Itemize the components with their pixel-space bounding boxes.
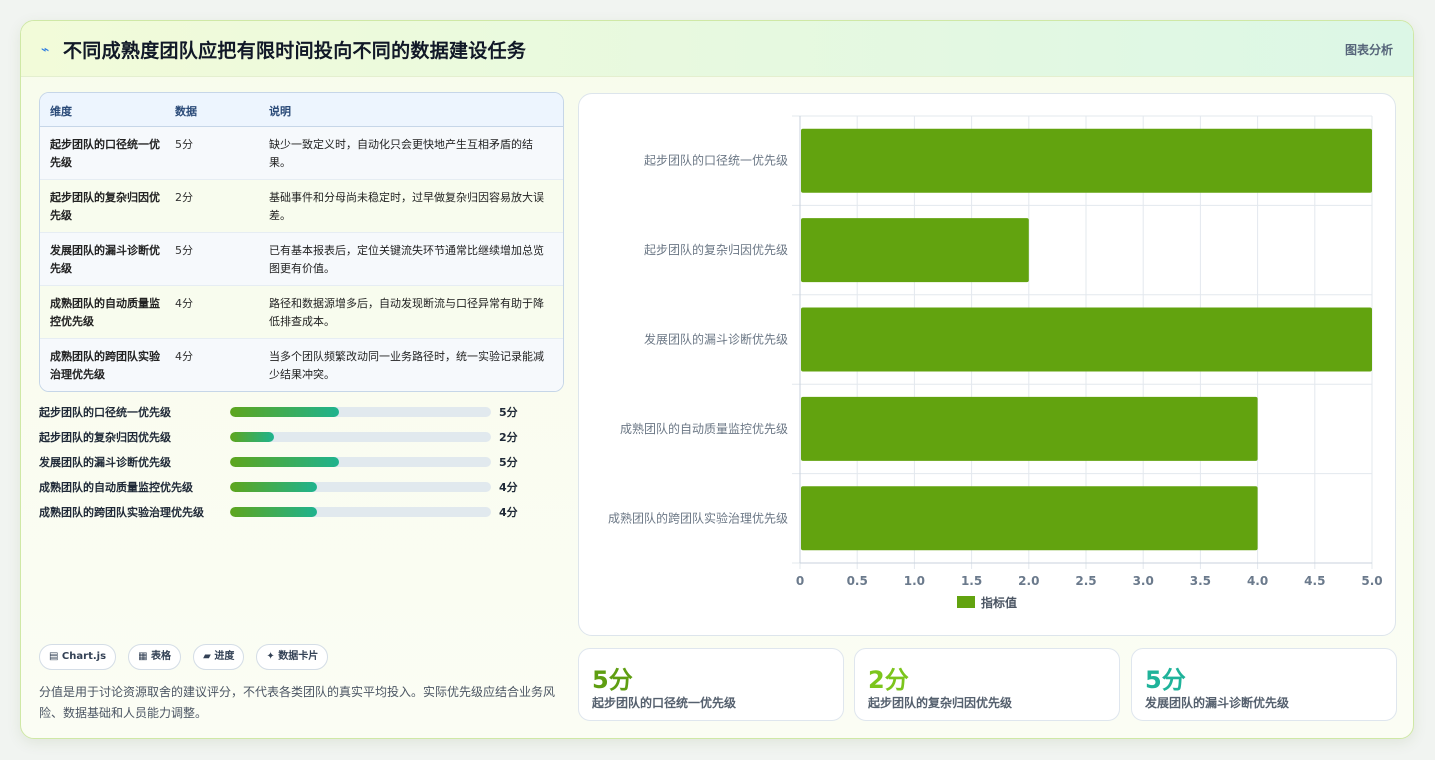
data-table: 维度 数据 说明 起步团队的口径统一优先级 5分 缺少一致定义时，自动化只会更快… — [39, 92, 564, 392]
stat-label: 起步团队的复杂归因优先级 — [868, 696, 1013, 710]
progress-list: 起步团队的口径统一优先级 5分 起步团队的复杂归因优先级 2分 发展团队的漏斗诊… — [39, 401, 564, 526]
cell-value: 5分 — [175, 138, 193, 151]
stat-label: 发展团队的漏斗诊断优先级 — [1145, 696, 1290, 710]
cell-value: 5分 — [175, 244, 193, 257]
cell-dimension: 成熟团队的自动质量监控优先级 — [50, 297, 160, 328]
bar — [801, 307, 1372, 372]
table-row: 成熟团队的自动质量监控优先级 4分 路径和数据源增多后，自动发现断流与口径异常有… — [40, 286, 563, 339]
progress-fill — [230, 407, 339, 417]
progress-value: 2分 — [499, 431, 518, 444]
bar — [801, 218, 1029, 283]
cell-value: 4分 — [175, 350, 193, 363]
column-header-description: 说明 — [269, 105, 291, 118]
cell-description: 缺少一致定义时，自动化只会更快地产生互相矛盾的结果。 — [269, 138, 533, 169]
chip-chartjs[interactable]: ▤ Chart.js — [39, 644, 117, 670]
column-header-dimension: 维度 — [50, 105, 72, 118]
progress-track — [230, 432, 491, 442]
cell-description: 基础事件和分母尚未稳定时，过早做复杂归因容易放大误差。 — [269, 191, 544, 222]
x-tick-label: 5.0 — [1361, 574, 1382, 588]
y-tick-label: 起步团队的口径统一优先级 — [644, 153, 788, 168]
progress-row: 发展团队的漏斗诊断优先级 5分 — [39, 451, 564, 476]
bar-chart: 0 0.5 1.0 1.5 2.0 2.5 3.0 3.5 4.0 4.5 5.0 起步团队的口径统一… — [608, 115, 1383, 610]
progress-track — [230, 407, 491, 417]
chip-table[interactable]: ▦ 表格 — [128, 644, 182, 670]
y-tick-label: 成熟团队的自动质量监控优先级 — [620, 421, 788, 436]
chart-analysis-tag: 图表分析 — [1344, 43, 1393, 57]
table-row: 起步团队的复杂归因优先级 2分 基础事件和分母尚未稳定时，过早做复杂归因容易放大… — [40, 180, 563, 233]
x-tick-label: 1.5 — [961, 574, 982, 588]
chip-progress[interactable]: ▰ 进度 — [193, 644, 245, 670]
legend-swatch — [957, 596, 975, 608]
chip-group: ▤ Chart.js ▦ 表格 ▰ 进度 ✦ 数据卡片 — [39, 644, 335, 670]
footnote: 分值是用于讨论资源取舍的建议评分，不代表各类团队的真实平均投入。实际优先级应结合… — [39, 685, 556, 720]
x-tick-label: 4.0 — [1247, 574, 1268, 588]
x-tick-label: 2.5 — [1075, 574, 1096, 588]
cell-dimension: 发展团队的漏斗诊断优先级 — [50, 244, 160, 275]
x-tick-label: 0 — [796, 574, 804, 588]
dashboard-card: ⌁ 不同成熟度团队应把有限时间投向不同的数据建设任务 图表分析 维度 数据 说明… — [20, 20, 1414, 739]
progress-track — [230, 457, 491, 467]
x-tick-label: 3.0 — [1133, 574, 1154, 588]
table-header: 维度 数据 说明 — [40, 93, 563, 127]
table-row: 成熟团队的跨团队实验治理优先级 4分 当多个团队频繁改动同一业务路径时，统一实验… — [40, 339, 563, 391]
chart-panel: 0 0.5 1.0 1.5 2.0 2.5 3.0 3.5 4.0 4.5 5.0 起步团队的口径统一… — [578, 93, 1396, 636]
chip-data-cards[interactable]: ✦ 数据卡片 — [256, 644, 329, 670]
x-tick-label: 2.0 — [1018, 574, 1039, 588]
x-tick-label: 4.5 — [1304, 574, 1325, 588]
stat-card: 5分 发展团队的漏斗诊断优先级 — [1131, 648, 1397, 721]
progress-row: 起步团队的口径统一优先级 5分 — [39, 401, 564, 426]
cell-value: 4分 — [175, 297, 193, 310]
stat-label: 起步团队的口径统一优先级 — [592, 696, 737, 710]
progress-value: 4分 — [499, 506, 518, 519]
progress-track — [230, 507, 491, 517]
pulse-icon: ⌁ — [41, 42, 50, 58]
y-tick-label: 成熟团队的跨团队实验治理优先级 — [608, 510, 788, 525]
progress-value: 5分 — [499, 456, 518, 469]
cell-description: 已有基本报表后，定位关键流失环节通常比继续增加总览图更有价值。 — [269, 244, 544, 275]
bar — [801, 396, 1258, 461]
progress-label: 成熟团队的跨团队实验治理优先级 — [39, 506, 204, 519]
y-tick-label: 发展团队的漏斗诊断优先级 — [644, 332, 788, 347]
x-tick-label: 1.0 — [904, 574, 925, 588]
legend-label: 指标值 — [981, 595, 1017, 610]
progress-label: 发展团队的漏斗诊断优先级 — [39, 456, 171, 469]
table-row: 发展团队的漏斗诊断优先级 5分 已有基本报表后，定位关键流失环节通常比继续增加总… — [40, 233, 563, 286]
progress-row: 成熟团队的跨团队实验治理优先级 4分 — [39, 501, 564, 526]
progress-label: 起步团队的口径统一优先级 — [39, 406, 171, 419]
progress-value: 5分 — [499, 406, 518, 419]
column-header-data: 数据 — [175, 105, 197, 118]
progress-track — [230, 482, 491, 492]
progress-value: 4分 — [499, 481, 518, 494]
stat-value: 2分 — [868, 666, 909, 694]
cell-description: 路径和数据源增多后，自动发现断流与口径异常有助于降低排查成本。 — [269, 297, 544, 328]
cell-dimension: 起步团队的复杂归因优先级 — [50, 191, 160, 222]
table-row: 起步团队的口径统一优先级 5分 缺少一致定义时，自动化只会更快地产生互相矛盾的结… — [40, 127, 563, 180]
x-tick-label: 3.5 — [1190, 574, 1211, 588]
progress-fill — [230, 432, 274, 442]
progress-row: 起步团队的复杂归因优先级 2分 — [39, 426, 564, 451]
cell-value: 2分 — [175, 191, 193, 204]
stat-value: 5分 — [592, 666, 633, 694]
y-tick-label: 起步团队的复杂归因优先级 — [644, 242, 788, 257]
cell-description: 当多个团队频繁改动同一业务路径时，统一实验记录能减少结果冲突。 — [269, 350, 544, 381]
page-title: 不同成熟度团队应把有限时间投向不同的数据建设任务 — [63, 40, 527, 62]
card-header: ⌁ 不同成熟度团队应把有限时间投向不同的数据建设任务 图表分析 — [21, 21, 1413, 77]
progress-fill — [230, 457, 339, 467]
stat-value: 5分 — [1145, 666, 1186, 694]
cell-dimension: 成熟团队的跨团队实验治理优先级 — [50, 350, 160, 381]
cell-dimension: 起步团队的口径统一优先级 — [50, 138, 160, 169]
stat-card: 2分 起步团队的复杂归因优先级 — [854, 648, 1120, 721]
bar — [801, 486, 1258, 551]
progress-row: 成熟团队的自动质量监控优先级 4分 — [39, 476, 564, 501]
x-tick-label: 0.5 — [847, 574, 868, 588]
stat-card: 5分 起步团队的口径统一优先级 — [578, 648, 844, 721]
progress-label: 成熟团队的自动质量监控优先级 — [39, 481, 193, 494]
progress-fill — [230, 482, 317, 492]
progress-fill — [230, 507, 317, 517]
progress-label: 起步团队的复杂归因优先级 — [39, 431, 171, 444]
bar — [801, 128, 1372, 193]
